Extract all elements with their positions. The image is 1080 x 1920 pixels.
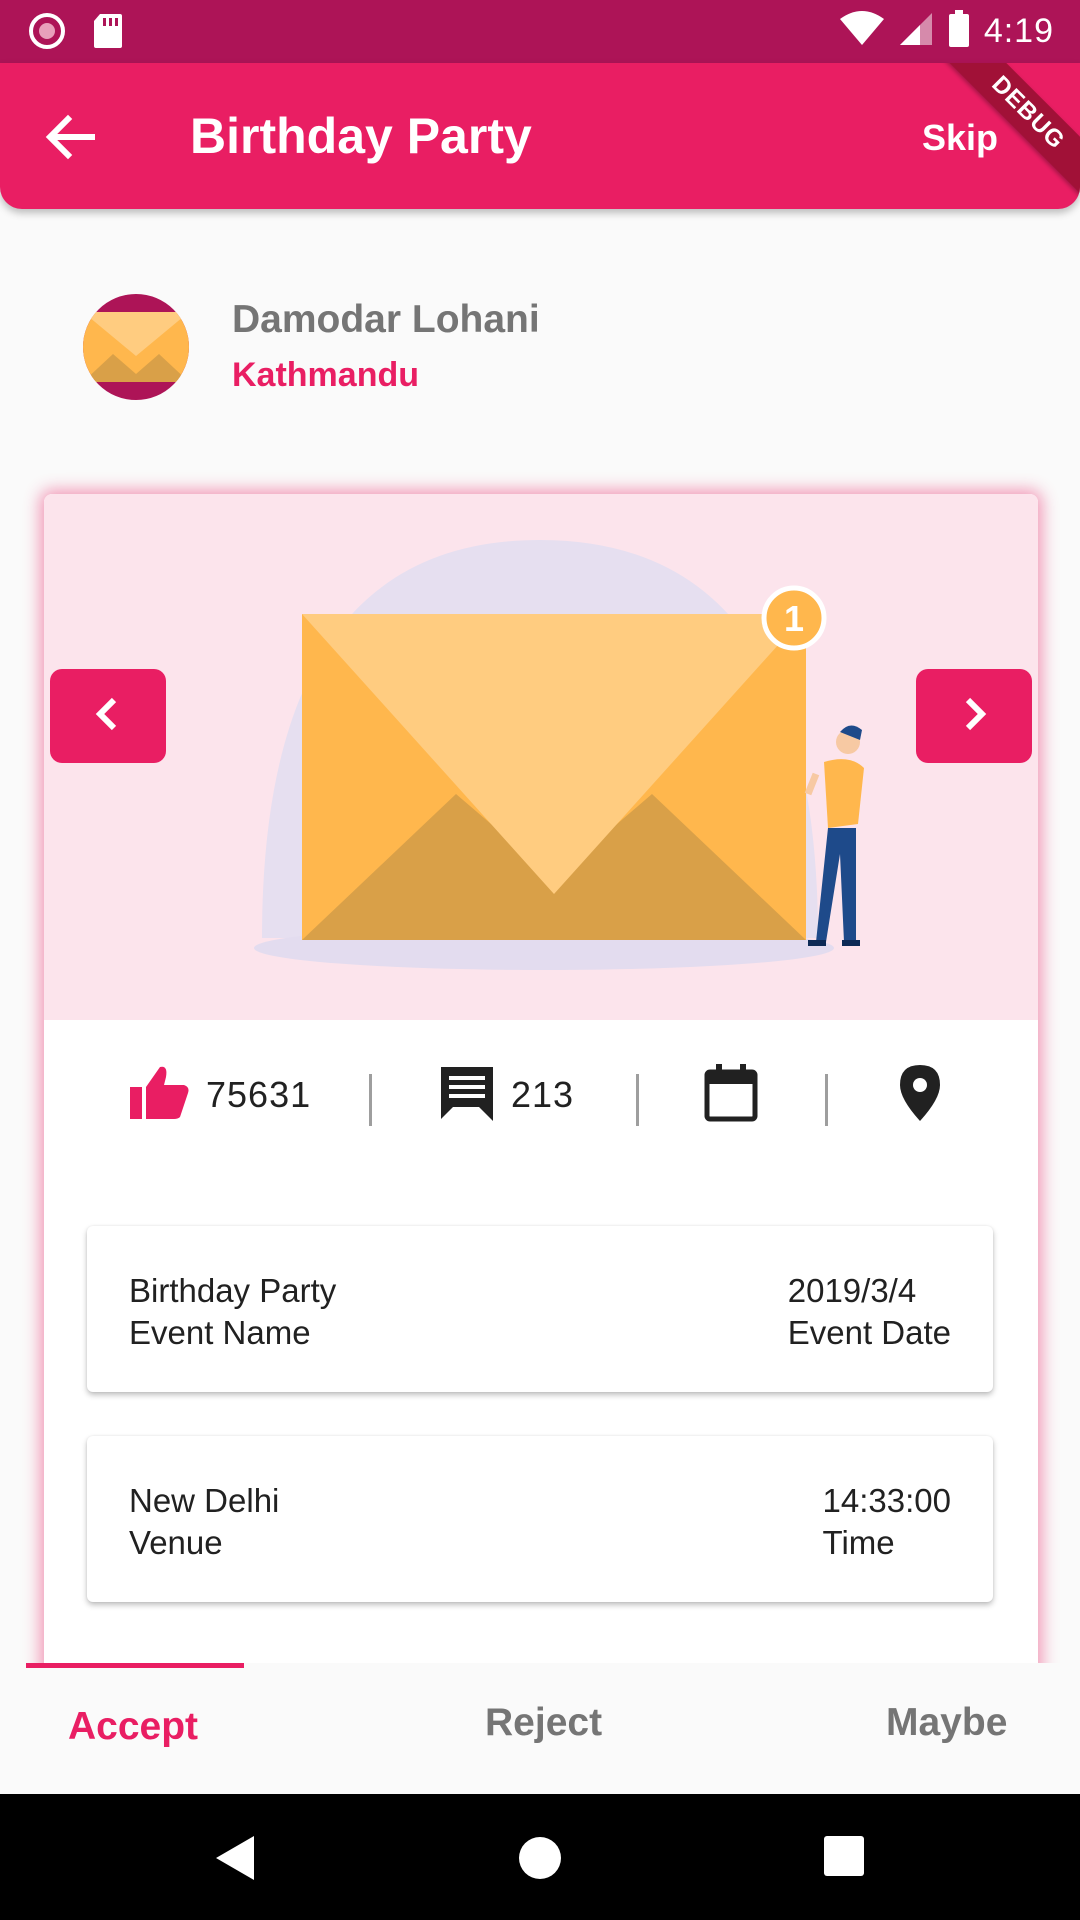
event-date-value: 2019/3/4 <box>787 1272 917 1309</box>
profile-city: Kathmandu <box>232 356 419 394</box>
thumb-up-icon <box>130 1065 190 1126</box>
status-bar: 4:19 <box>0 0 1080 63</box>
stat-divider <box>369 1074 372 1126</box>
comments-stat[interactable]: 213 <box>439 1040 574 1150</box>
calendar-stat[interactable] <box>704 1040 758 1150</box>
response-tabs: Accept Reject Maybe <box>0 1663 1080 1794</box>
time-value: 14:33:00 <box>822 1482 951 1519</box>
event-name-value: Birthday Party <box>129 1272 337 1309</box>
time-label: Time <box>822 1524 895 1561</box>
previous-button[interactable] <box>50 669 166 763</box>
record-icon <box>28 12 66 55</box>
stat-divider <box>636 1074 639 1126</box>
event-card: 1 75631 213 Birthday Party Event Name 20… <box>44 494 1038 1794</box>
tab-maybe[interactable]: Maybe <box>886 1701 1007 1745</box>
event-info-card: Birthday Party Event Name 2019/3/4 Event… <box>87 1226 993 1392</box>
signal-icon <box>898 11 934 52</box>
event-date-block: 2019/3/4 Event Date <box>788 1270 951 1354</box>
chevron-right-icon <box>958 694 990 739</box>
event-name-label: Event Name <box>129 1314 311 1351</box>
profile-name: Damodar Lohani <box>232 298 540 341</box>
tab-accept[interactable]: Accept <box>68 1705 198 1749</box>
sd-card-icon <box>92 12 124 55</box>
app-bar: Birthday Party Skip DEBUG <box>0 63 1080 209</box>
venue-block: New Delhi Venue <box>129 1480 279 1564</box>
envelope-illustration: 1 <box>254 540 864 970</box>
chevron-left-icon <box>92 694 124 739</box>
tab-reject[interactable]: Reject <box>485 1701 602 1745</box>
likes-stat[interactable]: 75631 <box>130 1040 311 1150</box>
notification-badge: 1 <box>784 598 804 639</box>
battery-icon <box>948 10 970 53</box>
next-button[interactable] <box>916 669 1032 763</box>
venue-value: New Delhi <box>129 1482 280 1519</box>
nav-recents-icon[interactable] <box>824 1836 864 1881</box>
arrow-back-icon[interactable] <box>42 109 98 165</box>
wifi-icon <box>839 11 884 52</box>
comments-count: 213 <box>511 1074 575 1115</box>
nav-home-icon[interactable] <box>518 1836 562 1885</box>
likes-count: 75631 <box>206 1074 312 1115</box>
comment-icon <box>439 1065 495 1126</box>
location-stat[interactable] <box>900 1040 940 1150</box>
location-pin-icon <box>900 1064 940 1126</box>
event-illustration: 1 <box>44 494 1038 1020</box>
status-time: 4:19 <box>983 12 1054 50</box>
page-title: Birthday Party <box>190 108 532 164</box>
skip-button[interactable]: Skip <box>922 117 998 159</box>
event-date-label: Event Date <box>787 1314 951 1351</box>
system-nav-bar <box>0 1794 1080 1920</box>
venue-label: Venue <box>129 1524 223 1561</box>
event-name-block: Birthday Party Event Name <box>129 1270 336 1354</box>
tab-indicator <box>26 1663 244 1668</box>
nav-back-icon[interactable] <box>216 1836 256 1885</box>
stat-divider <box>825 1074 828 1126</box>
calendar-icon <box>704 1063 758 1127</box>
avatar <box>83 294 189 400</box>
time-block: 14:33:00 Time <box>823 1480 951 1564</box>
venue-info-card: New Delhi Venue 14:33:00 Time <box>87 1436 993 1602</box>
